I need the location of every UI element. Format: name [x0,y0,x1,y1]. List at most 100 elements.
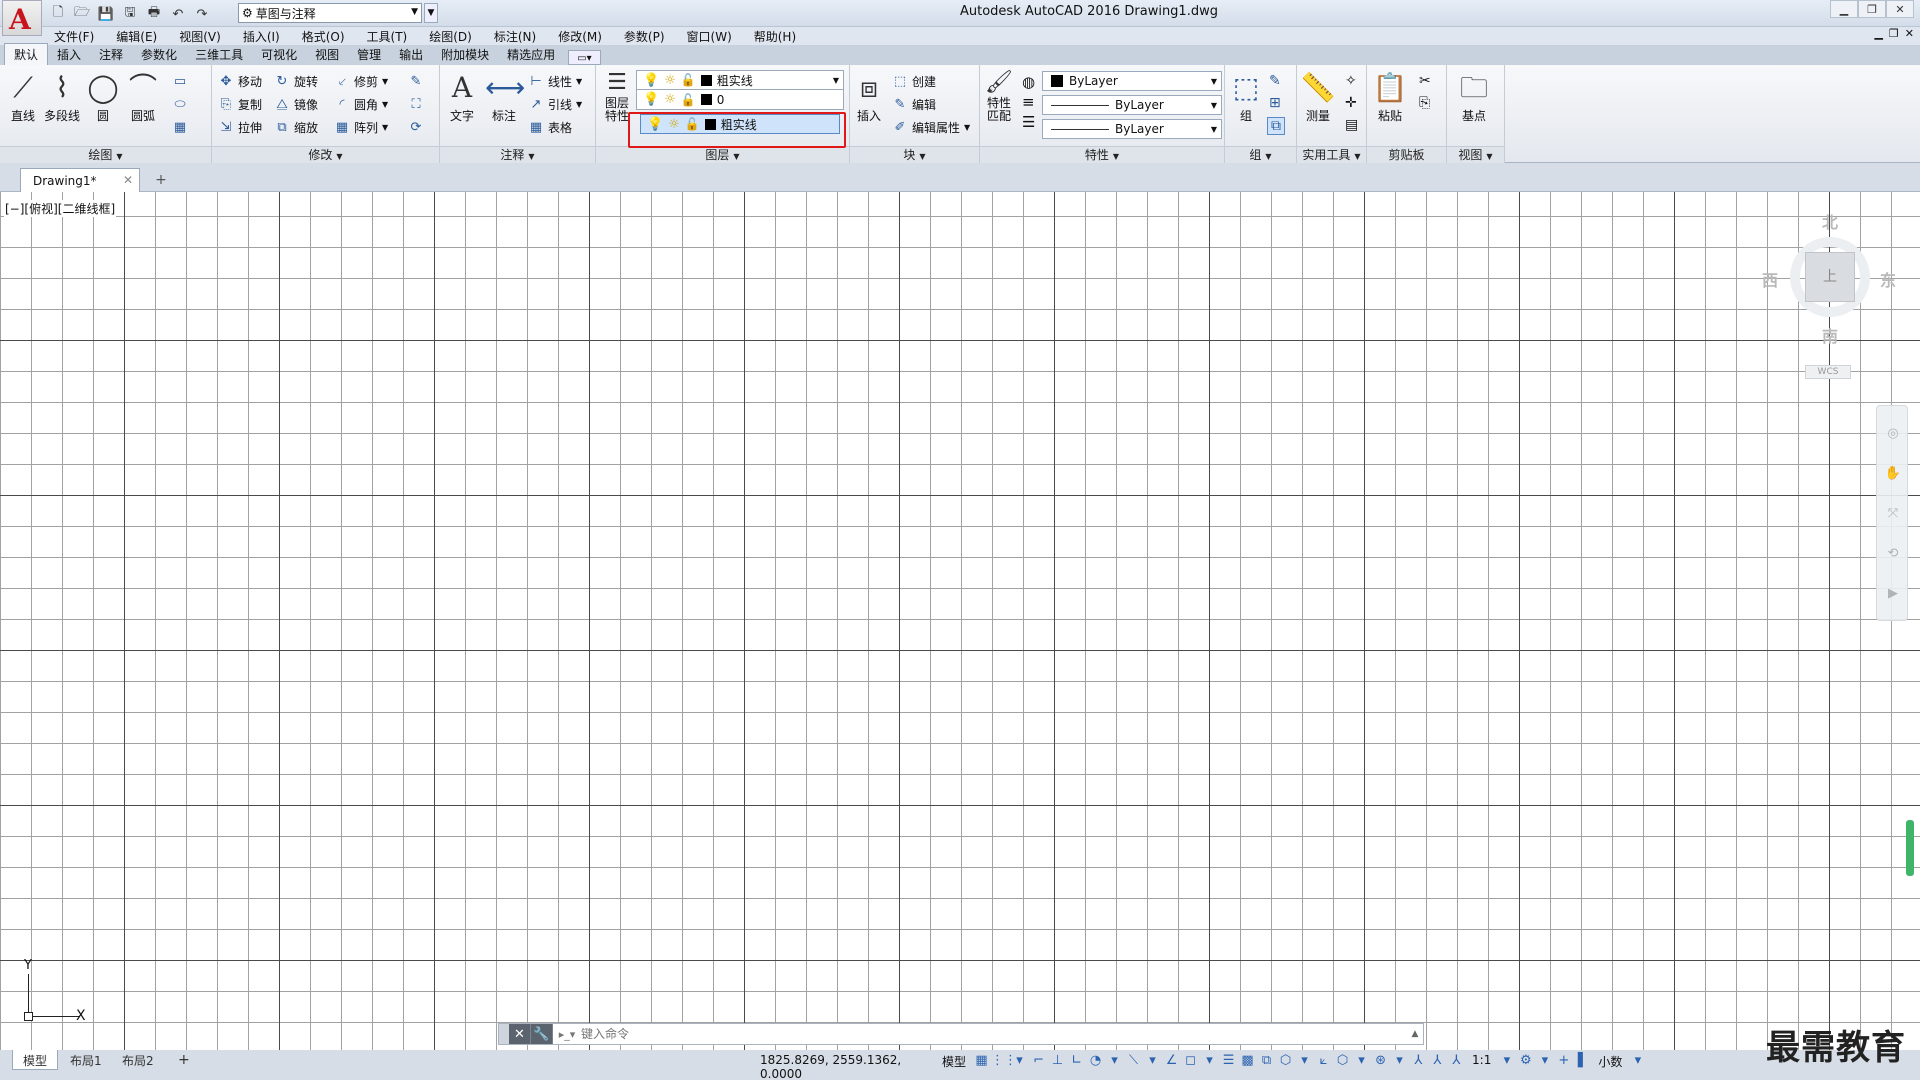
chevron-down-icon[interactable]: ▾ [1628,1053,1647,1068]
doc-close-button[interactable]: ✕ [1905,27,1914,40]
chevron-down-icon[interactable]: ▾ [1200,1053,1219,1068]
chevron-down-icon[interactable]: ▾ [1497,1053,1516,1068]
linear-dimension-button[interactable]: ⊢ 线性 ▼ [528,71,582,91]
open-icon[interactable]: 🗁 [72,4,92,24]
menu-parametric[interactable]: 参数(P) [624,28,665,45]
close-button[interactable]: ✕ [1886,0,1914,18]
gizmo-icon[interactable]: ⊛ [1371,1053,1390,1068]
tab-addins[interactable]: 附加模块 [432,44,498,65]
move-button[interactable]: ✥ 移动 [218,71,262,91]
workspace-gear-icon[interactable]: ⚙ [1516,1053,1535,1068]
rectangle-button[interactable]: ▭ [172,71,188,91]
lineweight-toggle-icon[interactable]: ☰ [1219,1053,1238,1068]
menu-file[interactable]: 文件(F) [54,28,94,45]
transparency-icon[interactable]: ▩ [1238,1053,1257,1068]
chevron-down-icon[interactable]: ▾ [1105,1053,1124,1068]
annotation-monitor-icon[interactable]: + [1554,1053,1573,1068]
recent-commands-icon[interactable]: ▸_▾ [553,1024,581,1044]
panel-utilities-title[interactable]: 实用工具 ▼ [1297,146,1366,163]
plot-icon[interactable]: 🖶 [144,4,164,24]
menu-draw[interactable]: 绘图(D) [429,28,472,45]
viewcube-west[interactable]: 西 [1762,267,1778,291]
grid-icon[interactable]: ▦ [972,1053,991,1068]
tab-insert[interactable]: 插入 [48,44,90,65]
stretch-button[interactable]: ⇲ 拉伸 [218,117,262,137]
menu-view[interactable]: 视图(V) [179,28,221,45]
workspace-select[interactable]: ⚙ 草图与注释 ▼ [238,3,422,23]
leader-button[interactable]: ↗ 引线 ▼ [528,94,583,114]
explode-button[interactable]: ⛶ [408,94,424,114]
viewcube-top-face[interactable]: 上 [1805,252,1855,302]
wrench-icon[interactable]: 🔧 [531,1024,553,1044]
tab-layout2[interactable]: 布局2 [112,1050,164,1070]
match-properties-button[interactable]: 🖌 特性 匹配 [980,69,1018,123]
qat-customize-button[interactable]: ▼ [424,3,438,23]
auto-scale-icon[interactable]: ⅄ [1428,1053,1447,1068]
dynamic-input-icon[interactable]: ⊥ [1048,1053,1067,1068]
mirror-button[interactable]: ⧋ 镜像 [274,94,318,114]
panel-properties-title[interactable]: 特性 ▼ [980,146,1224,163]
3d-osnap-icon[interactable]: ⬡ [1276,1053,1295,1068]
viewcube[interactable]: 北 西 东 南 上 WCS [1750,205,1910,385]
panel-view-title[interactable]: 视图 ▼ [1447,146,1504,163]
chevron-down-icon[interactable]: ▾ [1295,1053,1314,1068]
chevron-down-icon[interactable]: ▾ [1390,1053,1409,1068]
offset-button[interactable]: ⟳ [408,117,424,137]
quick-select-icon[interactable]: ✧ [1345,73,1357,89]
edit-attributes-button[interactable]: ✐ 编辑属性 ▼ [892,117,971,137]
ribbon-minimize-button[interactable]: ▭▾ [568,50,601,65]
chevron-down-icon[interactable]: ▾ [1535,1053,1554,1068]
doc-minimize-button[interactable]: ▁ [1874,27,1882,40]
tab-annotate[interactable]: 注释 [90,44,132,65]
edit-block-button[interactable]: ✎ 编辑 [892,94,936,114]
drag-handle[interactable] [499,1024,509,1044]
infer-constraints-icon[interactable]: ⌐ [1029,1053,1048,1068]
object-snap-icon[interactable]: ◻ [1181,1053,1200,1068]
viewcube-east[interactable]: 东 [1880,267,1896,291]
table-button[interactable]: ▦ 表格 [528,117,572,137]
annotation-scale-icon[interactable]: ⅄ [1447,1053,1466,1068]
group-edit-icon[interactable]: ⊞ [1269,95,1281,111]
layer-select[interactable]: 💡 ☼ 🔓 粗实线 ▼ [636,70,844,90]
paste-button[interactable]: 📋 粘贴 [1371,69,1409,124]
insert-block-button[interactable]: ⧈ 插入 [850,69,888,124]
copy-clip-icon[interactable]: ⎘ [1419,95,1430,111]
tab-featured-apps[interactable]: 精选应用 [498,44,564,65]
object-tracking-icon[interactable]: ∠ [1162,1053,1181,1068]
menu-insert[interactable]: 插入(I) [243,28,280,45]
linetype-select[interactable]: ByLayer ▼ [1042,95,1222,115]
new-icon[interactable]: 🗋 [48,4,68,24]
text-button[interactable]: A 文字 [443,69,481,124]
tab-layout1[interactable]: 布局1 [60,1050,112,1070]
erase-button[interactable]: ✎ [408,71,424,91]
polar-tracking-icon[interactable]: ◔ [1086,1053,1105,1068]
drawing-canvas[interactable] [0,192,1920,1050]
maximize-button[interactable]: ❐ [1858,0,1886,18]
panel-draw-title[interactable]: 绘图 ▼ [0,146,211,163]
layer-list-item-0[interactable]: 💡 ☼ 🔓 0 [636,90,844,110]
group-selection-icon[interactable]: ⧉ [1267,117,1285,135]
menu-help[interactable]: 帮助(H) [754,28,796,45]
hatch-button[interactable]: ▦ [172,117,188,137]
panel-modify-title[interactable]: 修改 ▼ [212,146,439,163]
snap-icon[interactable]: ⋮⋮ [991,1053,1017,1068]
create-block-button[interactable]: ⬚ 创建 [892,71,936,91]
panel-groups-title[interactable]: 组 ▼ [1225,146,1296,163]
redo-icon[interactable]: ↷ [192,4,212,24]
measure-button[interactable]: 📏 测量 [1299,69,1337,124]
panel-annotation-title[interactable]: 注释 ▼ [440,146,595,163]
command-input[interactable] [581,1025,1407,1043]
rotate-button[interactable]: ↻ 旋转 [274,71,318,91]
tab-view[interactable]: 视图 [306,44,348,65]
menu-dimension[interactable]: 标注(N) [494,28,536,45]
model-space-toggle[interactable]: 模型 [936,1053,972,1070]
menu-edit[interactable]: 编辑(E) [116,28,157,45]
polyline-button[interactable]: ⌇ 多段线 [43,69,81,124]
viewcube-south[interactable]: 南 [1822,323,1838,347]
minimize-button[interactable]: ▁ [1830,0,1858,18]
chevron-down-icon[interactable]: ▾ [1143,1053,1162,1068]
copy-button[interactable]: ⎘ 复制 [218,94,262,114]
tab-model[interactable]: 模型 [12,1050,59,1070]
viewcube-north[interactable]: 北 [1822,209,1838,233]
close-icon[interactable]: ✕ [509,1024,531,1044]
